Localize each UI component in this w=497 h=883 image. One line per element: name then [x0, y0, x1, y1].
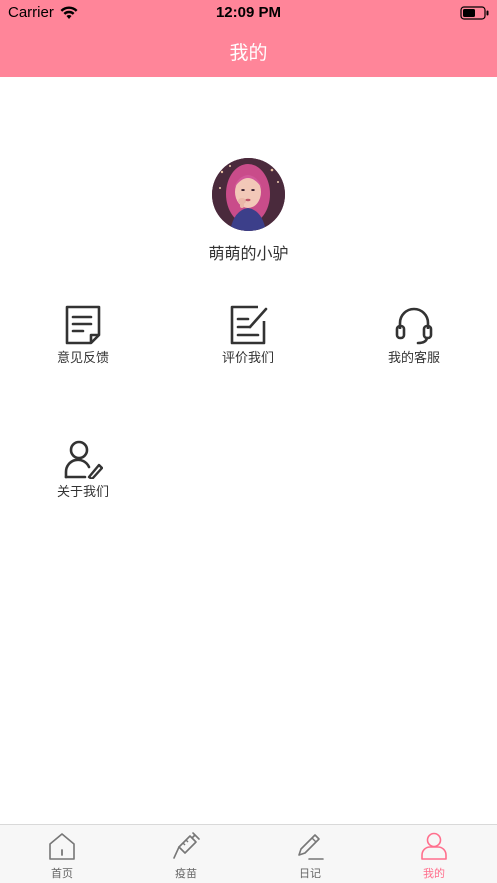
menu-item-feedback[interactable]: 意见反馈: [23, 305, 143, 375]
pencil-icon: [298, 834, 324, 860]
menu-item-service[interactable]: 我的客服: [354, 305, 474, 375]
home-icon: [49, 833, 75, 860]
tab-diary[interactable]: 日记: [248, 831, 372, 881]
battery-icon: [460, 6, 489, 20]
rate-icon: [230, 305, 268, 345]
avatar-image: [212, 158, 285, 231]
syringe-icon: [173, 832, 200, 859]
menu-item-label: 我的客服: [387, 351, 440, 366]
tab-label: 日记: [299, 867, 321, 880]
username: 萌萌的小驴: [208, 244, 289, 263]
tab-label: 首页: [51, 867, 73, 880]
about-user-icon: [64, 440, 103, 479]
avatar[interactable]: [212, 158, 285, 231]
page-title: 我的: [229, 42, 268, 64]
tab-mine[interactable]: 我的: [372, 831, 496, 881]
menu-item-about[interactable]: 关于我们: [23, 439, 143, 509]
status-time: 12:09 PM: [215, 4, 282, 21]
tab-home[interactable]: 首页: [0, 831, 124, 881]
status-bar: Carrier 12:09 PM: [0, 0, 497, 26]
feedback-icon: [65, 305, 101, 345]
menu-item-rate[interactable]: 评价我们: [188, 305, 308, 375]
header: Carrier 12:09 PM 我的: [0, 0, 497, 77]
headset-icon: [395, 307, 433, 345]
user-icon: [421, 832, 447, 860]
menu-item-label: 评价我们: [221, 351, 274, 366]
tab-bar: 首页 疫苗 日记 我的: [0, 824, 497, 883]
menu-item-label: 关于我们: [56, 485, 109, 500]
tab-vaccine[interactable]: 疫苗: [124, 831, 248, 881]
tab-label: 疫苗: [175, 867, 197, 880]
tab-label: 我的: [423, 867, 445, 880]
menu-item-label: 意见反馈: [56, 351, 109, 366]
